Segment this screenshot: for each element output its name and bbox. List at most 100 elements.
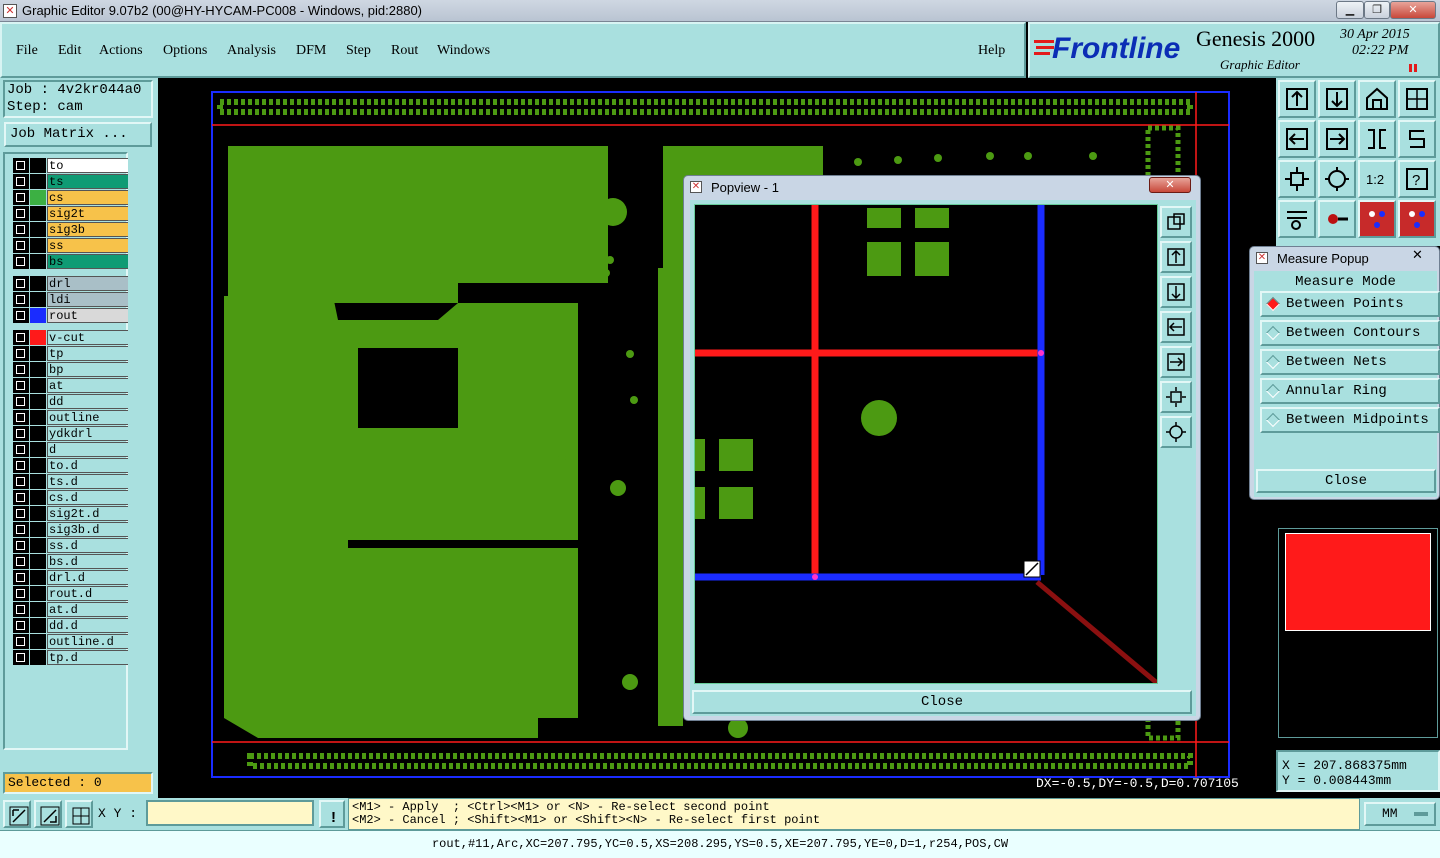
layer-checkbox[interactable] xyxy=(13,174,29,189)
layer-checkbox[interactable] xyxy=(13,586,29,601)
layer-row-ss-d[interactable]: ss.d xyxy=(13,538,129,553)
layer-checkbox[interactable] xyxy=(13,206,29,221)
layer-color-swatch[interactable] xyxy=(30,276,46,291)
layer-row-ss[interactable]: ss xyxy=(13,238,129,253)
layer-checkbox[interactable] xyxy=(13,490,29,505)
layer-color-swatch[interactable] xyxy=(30,346,46,361)
layer-row-v-cut[interactable]: v-cut xyxy=(13,330,129,345)
layer-color-swatch[interactable] xyxy=(30,292,46,307)
layer-color-swatch[interactable] xyxy=(30,174,46,189)
popview-close-icon[interactable]: ✕ xyxy=(1149,177,1191,193)
measure-close-button[interactable]: Close xyxy=(1256,469,1436,493)
menu-step[interactable]: Step xyxy=(346,43,371,59)
layer-row-to-d[interactable]: to.d xyxy=(13,458,129,473)
menu-windows[interactable]: Windows xyxy=(437,43,490,59)
layer-row-tp[interactable]: tp xyxy=(13,346,129,361)
menu-options[interactable]: Options xyxy=(163,43,207,59)
layer-checkbox[interactable] xyxy=(13,378,29,393)
snap-settings-icon[interactable] xyxy=(1278,200,1316,238)
layer-checkbox[interactable] xyxy=(13,474,29,489)
layer-row-drl[interactable]: drl xyxy=(13,276,129,291)
home-icon[interactable] xyxy=(1358,80,1396,118)
measure-option-between-points[interactable]: Between Points xyxy=(1260,291,1440,317)
maximize-button[interactable]: ❐ xyxy=(1364,1,1390,19)
layer-checkbox[interactable] xyxy=(13,650,29,665)
layer-row-drl-d[interactable]: drl.d xyxy=(13,570,129,585)
layer-checkbox[interactable] xyxy=(13,222,29,237)
layer-color-swatch[interactable] xyxy=(30,238,46,253)
zoom-home-icon[interactable] xyxy=(1278,80,1316,118)
layer-color-swatch[interactable] xyxy=(30,330,46,345)
layer-checkbox[interactable] xyxy=(13,618,29,633)
redraw-icon[interactable] xyxy=(1398,120,1436,158)
measure-tool-icon[interactable] xyxy=(1318,200,1356,238)
layer-row-sig2t-d[interactable]: sig2t.d xyxy=(13,506,129,521)
layer-row-ts-d[interactable]: ts.d xyxy=(13,474,129,489)
layer-color-swatch[interactable] xyxy=(30,474,46,489)
layer-checkbox[interactable] xyxy=(13,158,29,173)
layer-row-sig3b-d[interactable]: sig3b.d xyxy=(13,522,129,537)
layer-color-swatch[interactable] xyxy=(30,362,46,377)
measure-option-annular-ring[interactable]: Annular Ring xyxy=(1260,378,1440,404)
layer-checkbox[interactable] xyxy=(13,634,29,649)
layer-color-swatch[interactable] xyxy=(30,394,46,409)
layer-color-swatch[interactable] xyxy=(30,426,46,441)
layer-checkbox[interactable] xyxy=(13,442,29,457)
layer-color-swatch[interactable] xyxy=(30,602,46,617)
measure-option-between-contours[interactable]: Between Contours xyxy=(1260,320,1440,346)
menu-dfm[interactable]: DFM xyxy=(296,43,326,59)
menu-analysis[interactable]: Analysis xyxy=(227,43,276,59)
net-tool-icon[interactable] xyxy=(1358,200,1396,238)
menu-help[interactable]: Help xyxy=(978,43,1005,59)
popview-zoom-icon[interactable] xyxy=(1160,206,1192,238)
layer-row-ydkdrl[interactable]: ydkdrl xyxy=(13,426,129,441)
layer-color-swatch[interactable] xyxy=(30,190,46,205)
alert-icon[interactable]: ! xyxy=(319,800,345,828)
component-tool-icon[interactable] xyxy=(1398,200,1436,238)
layer-row-bp[interactable]: bp xyxy=(13,362,129,377)
popview-center-icon[interactable] xyxy=(1160,416,1192,448)
fit-screen-icon[interactable] xyxy=(1278,160,1316,198)
select-mode-icon[interactable] xyxy=(3,800,31,828)
layer-color-swatch[interactable] xyxy=(30,308,46,323)
layer-color-swatch[interactable] xyxy=(30,618,46,633)
layer-color-swatch[interactable] xyxy=(30,490,46,505)
layer-checkbox[interactable] xyxy=(13,330,29,345)
layer-color-swatch[interactable] xyxy=(30,650,46,665)
layer-checkbox[interactable] xyxy=(13,410,29,425)
layer-color-swatch[interactable] xyxy=(30,554,46,569)
layer-checkbox[interactable] xyxy=(13,346,29,361)
layer-row-ts[interactable]: ts xyxy=(13,174,129,189)
layer-row-sig2t[interactable]: sig2t xyxy=(13,206,129,221)
layer-checkbox[interactable] xyxy=(13,458,29,473)
layer-row-dd[interactable]: dd xyxy=(13,394,129,409)
close-window-button[interactable]: ✕ xyxy=(1390,1,1436,19)
measure-option-between-nets[interactable]: Between Nets xyxy=(1260,349,1440,375)
popview-pan-right-icon[interactable] xyxy=(1160,346,1192,378)
layer-color-swatch[interactable] xyxy=(30,254,46,269)
layer-color-swatch[interactable] xyxy=(30,506,46,521)
layer-row-outline-d[interactable]: outline.d xyxy=(13,634,129,649)
measure-option-between-midpoints[interactable]: Between Midpoints xyxy=(1260,407,1440,433)
layer-row-ldi[interactable]: ldi xyxy=(13,292,129,307)
scale-1-2-icon[interactable]: 1:2 xyxy=(1358,160,1396,198)
xy-input[interactable] xyxy=(146,800,314,826)
layer-color-swatch[interactable] xyxy=(30,158,46,173)
menu-rout[interactable]: Rout xyxy=(391,43,418,59)
layer-color-swatch[interactable] xyxy=(30,378,46,393)
zoom-center-icon[interactable] xyxy=(1318,160,1356,198)
layer-color-swatch[interactable] xyxy=(30,442,46,457)
layer-checkbox[interactable] xyxy=(13,538,29,553)
layer-color-swatch[interactable] xyxy=(30,410,46,425)
layer-checkbox[interactable] xyxy=(13,394,29,409)
zoom-in-icon[interactable] xyxy=(1358,120,1396,158)
layer-row-sig3b[interactable]: sig3b xyxy=(13,222,129,237)
layer-checkbox[interactable] xyxy=(13,254,29,269)
layer-color-swatch[interactable] xyxy=(30,522,46,537)
layer-checkbox[interactable] xyxy=(13,554,29,569)
menu-file[interactable]: File xyxy=(16,43,38,59)
snap-mode-icon[interactable] xyxy=(34,800,62,828)
pan-down-icon[interactable] xyxy=(1318,80,1356,118)
layer-row-outline[interactable]: outline xyxy=(13,410,129,425)
layer-row-rout-d[interactable]: rout.d xyxy=(13,586,129,601)
